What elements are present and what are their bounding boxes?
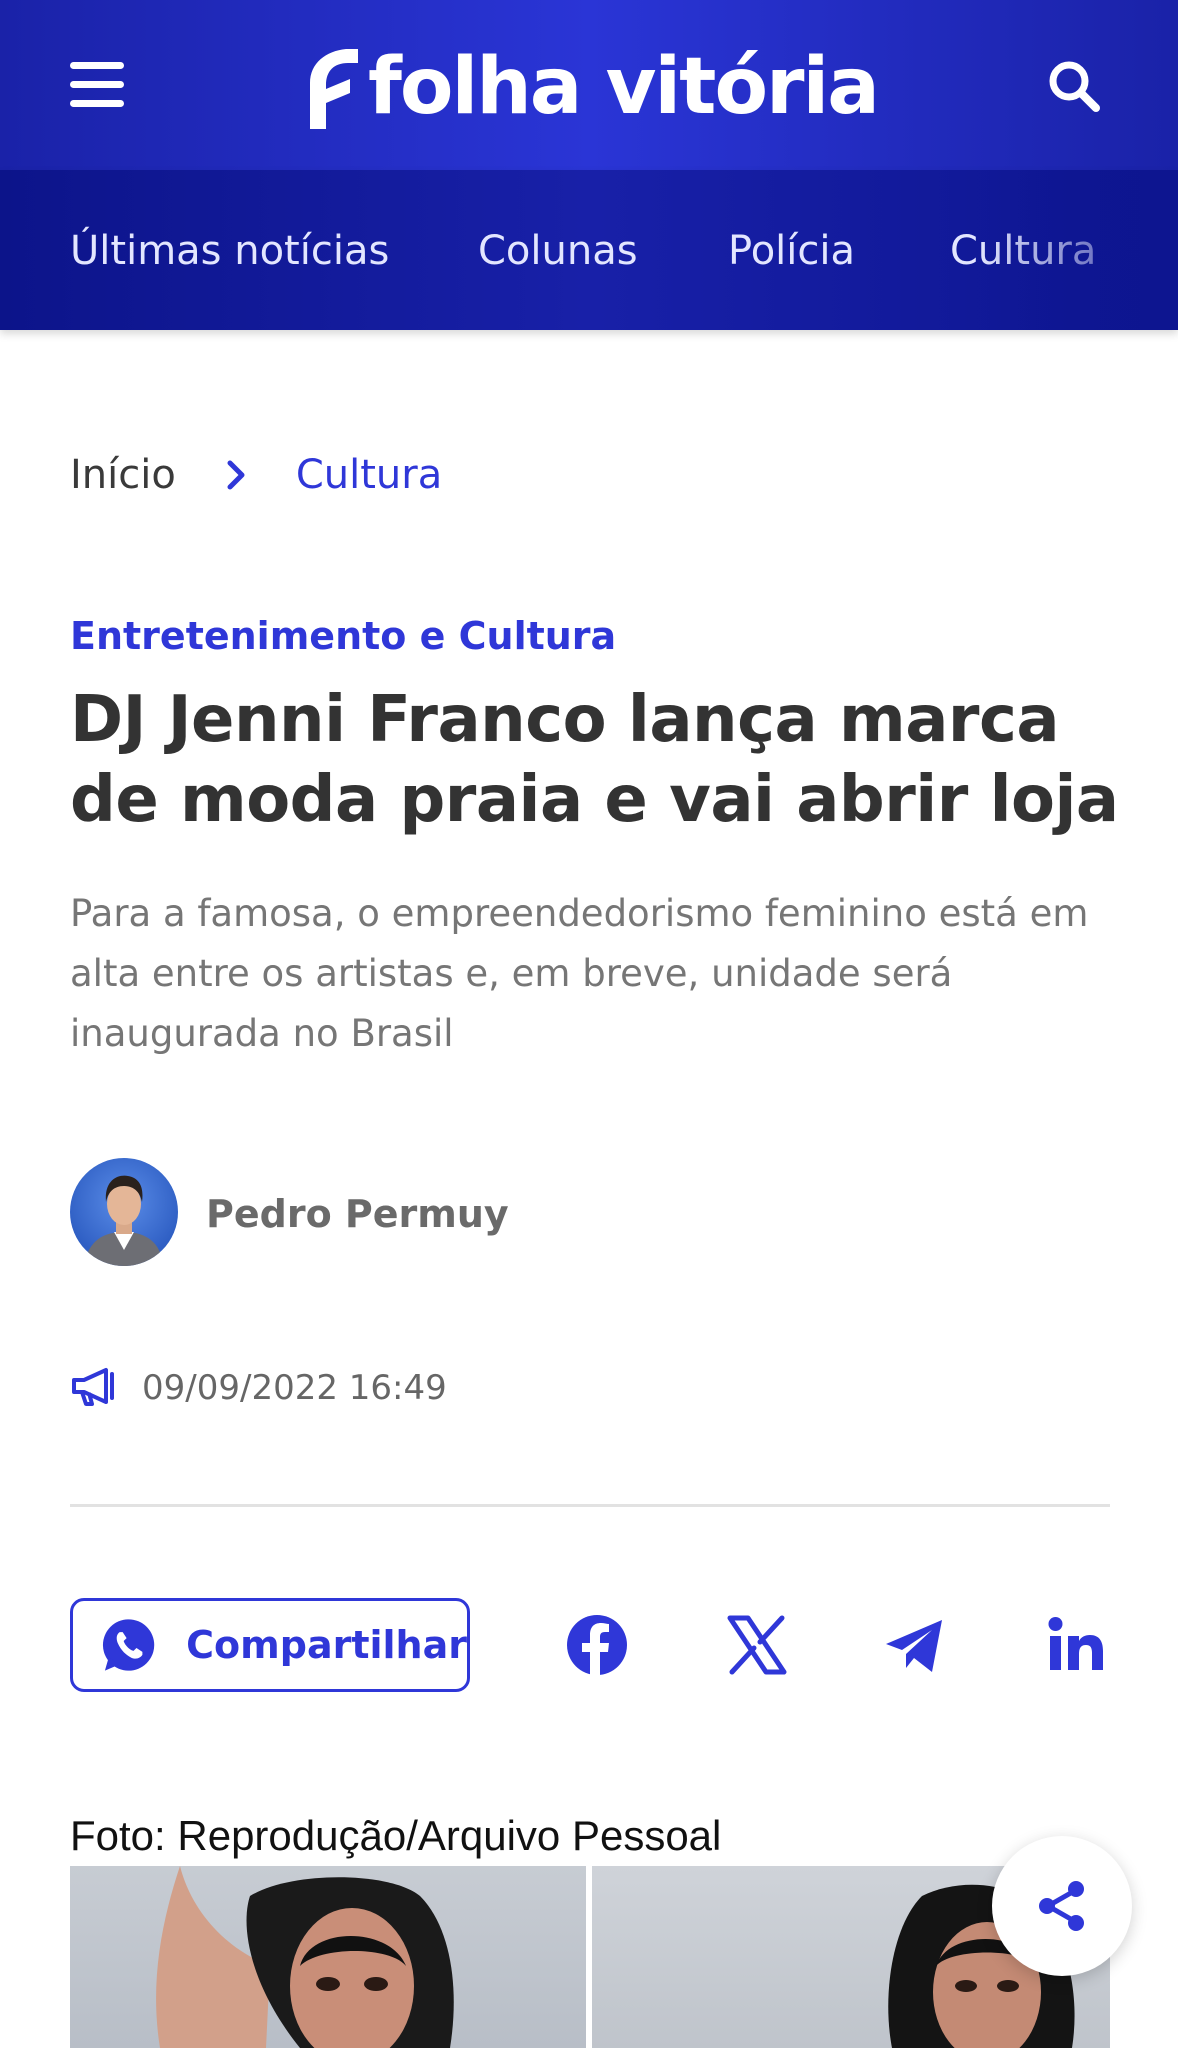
linkedin-icon[interactable]: [1046, 1614, 1108, 1676]
article-category[interactable]: Entretenimento e Cultura: [70, 614, 616, 658]
whatsapp-share-button[interactable]: Compartilhar: [70, 1598, 470, 1692]
site-logo[interactable]: folha vitória: [300, 42, 880, 132]
facebook-icon[interactable]: [566, 1614, 628, 1676]
floating-share-button[interactable]: [992, 1836, 1132, 1976]
author-name[interactable]: Pedro Permuy: [206, 1192, 509, 1236]
nav-item-cultura[interactable]: Cultura: [950, 228, 1096, 274]
megaphone-icon: [72, 1368, 114, 1406]
nav-item-policia[interactable]: Polícia: [728, 228, 855, 274]
hamburger-menu-icon[interactable]: [70, 62, 124, 110]
avatar-portrait-icon: [84, 1175, 164, 1266]
article-headline: DJ Jenni Franco lança marca de moda prai…: [70, 683, 1119, 837]
breadcrumb: Início Cultura: [70, 452, 442, 498]
x-icon[interactable]: [726, 1614, 788, 1676]
nav-item-colunas[interactable]: Colunas: [478, 228, 638, 274]
publish-date: 09/09/2022 16:49: [142, 1368, 447, 1408]
search-icon[interactable]: [1046, 58, 1102, 114]
breadcrumb-home[interactable]: Início: [70, 452, 176, 498]
article-photo-left: [70, 1866, 586, 2048]
divider: [70, 1504, 1110, 1507]
photo-credit: Foto: Reprodução/Arquivo Pessoal: [70, 1812, 722, 1859]
share-icon: [1039, 1881, 1084, 1931]
whatsapp-icon: [102, 1619, 155, 1671]
author-avatar[interactable]: [70, 1158, 178, 1266]
telegram-icon[interactable]: [884, 1614, 946, 1676]
logo-text: folha vitória: [368, 42, 880, 132]
breadcrumb-current[interactable]: Cultura: [296, 452, 442, 498]
article-subtitle: Para a famosa, o empreendedorismo femini…: [70, 892, 1089, 1055]
chevron-right-icon: [227, 460, 245, 490]
photo-woman-left-icon: [156, 1866, 454, 2048]
whatsapp-share-label: Compartilhar: [186, 1623, 467, 1667]
site-header: folha vitória: [0, 0, 1178, 170]
section-nav: Últimas notícias Colunas Polícia Cultura: [0, 170, 1178, 330]
nav-item-ultimas-noticias[interactable]: Últimas notícias: [70, 228, 389, 274]
logo-mark-icon: [310, 49, 358, 129]
